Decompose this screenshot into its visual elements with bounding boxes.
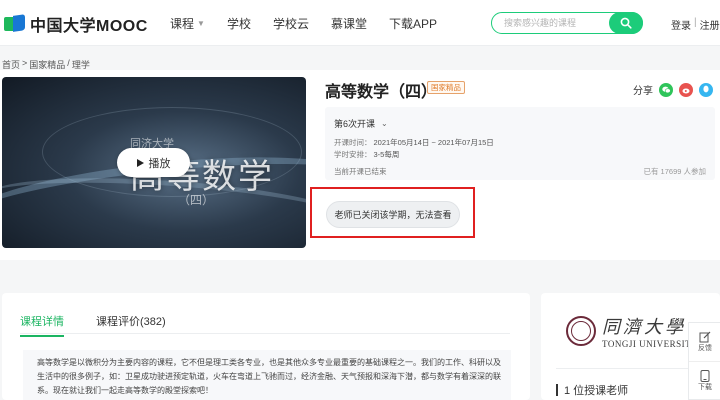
main-nav: 课程 ▼ 学校 学校云 慕课堂 下载APP bbox=[170, 0, 459, 46]
term-time-label: 开课时间： bbox=[334, 138, 372, 147]
section-bar bbox=[556, 384, 558, 396]
download-button[interactable]: 下载 bbox=[689, 361, 720, 399]
course-title: 高等数学（四） bbox=[325, 84, 438, 101]
teacher-count-label: 1 位授课老师 bbox=[564, 385, 629, 397]
school-logo[interactable]: 同濟大學 TONGJI UNIVERSITY bbox=[566, 313, 698, 349]
play-label: 播放 bbox=[148, 157, 171, 170]
nav-item-schools[interactable]: 学校 bbox=[227, 15, 251, 32]
side-toolbar: 反馈 下载 bbox=[688, 322, 720, 400]
site-logo[interactable]: 中国大学MOOC bbox=[4, 12, 148, 36]
nav-item-mooc-class[interactable]: 慕课堂 bbox=[331, 15, 367, 32]
qq-icon[interactable] bbox=[699, 82, 713, 97]
login-link[interactable]: 登录 bbox=[671, 17, 691, 32]
edit-icon bbox=[699, 331, 711, 343]
cover-subtitle: （四） bbox=[178, 193, 215, 207]
phone-icon bbox=[700, 369, 710, 382]
nav-item-school-cloud[interactable]: 学校云 bbox=[273, 15, 309, 32]
wechat-icon[interactable] bbox=[659, 82, 673, 97]
highlight-box: 老师已关闭该学期，无法查看 bbox=[310, 187, 475, 238]
tongji-seal-icon bbox=[566, 316, 596, 346]
term-time-value: 2021年05月14日 ~ 2021年07月15日 bbox=[373, 138, 494, 147]
auth-links: 登录 | 注册 bbox=[671, 17, 720, 32]
weibo-icon[interactable] bbox=[679, 82, 693, 97]
search-input[interactable] bbox=[504, 16, 604, 30]
term-time-row: 开课时间： 2021年05月14日 ~ 2021年07月15日 bbox=[334, 137, 494, 148]
nav-item-download-app[interactable]: 下载APP bbox=[389, 15, 437, 32]
national-quality-badge: 国家精品 bbox=[427, 81, 465, 94]
term-closed-button[interactable]: 老师已关闭该学期，无法查看 bbox=[326, 201, 460, 228]
chevron-down-icon: ⌄ bbox=[381, 119, 388, 128]
auth-separator: | bbox=[694, 17, 697, 28]
term-label: 第6次开课 bbox=[334, 119, 376, 129]
share-label: 分享 bbox=[633, 86, 653, 97]
school-names: 同濟大學 TONGJI UNIVERSITY bbox=[602, 313, 698, 349]
play-icon bbox=[136, 158, 144, 167]
school-divider bbox=[556, 368, 706, 369]
search-box bbox=[491, 12, 643, 34]
feedback-label: 反馈 bbox=[698, 345, 712, 352]
play-button[interactable]: 播放 bbox=[117, 148, 190, 177]
term-status: 当前开课已结束 bbox=[334, 167, 387, 176]
feedback-button[interactable]: 反馈 bbox=[689, 323, 720, 361]
share-bar: 分享 bbox=[633, 82, 713, 97]
nav-label: 慕课堂 bbox=[330, 16, 367, 31]
download-label: 下载 bbox=[698, 383, 712, 391]
caret-down-icon: ▼ bbox=[197, 18, 205, 28]
search-button[interactable] bbox=[609, 12, 643, 34]
nav-label: 下载APP bbox=[388, 16, 437, 31]
logo-mark-icon bbox=[4, 14, 26, 33]
top-header: 中国大学MOOC 课程 ▼ 学校 学校云 慕课堂 下载APP 登录 | 注册 bbox=[0, 0, 720, 46]
term-info-box: 第6次开课 ⌄ 开课时间： 2021年05月14日 ~ 2021年07月15日 学… bbox=[325, 107, 715, 180]
term-hours-label: 学时安排： bbox=[334, 150, 372, 159]
search-icon bbox=[620, 17, 632, 29]
school-name-cn: 同濟大學 bbox=[602, 317, 686, 338]
tab-divider bbox=[20, 333, 510, 334]
term-hours-row: 学时安排： 3-5每周 bbox=[334, 149, 399, 160]
nav-label: 课程 bbox=[170, 16, 195, 31]
course-description: 高等数学是以微积分为主要内容的课程，它不但是理工类各专业，也是其他众多专业最重要… bbox=[23, 350, 511, 400]
enrolled-count: 已有 17699 人参加 bbox=[643, 167, 706, 176]
nav-label: 学校 bbox=[226, 16, 251, 31]
nav-label: 学校云 bbox=[272, 16, 309, 31]
register-link[interactable]: 注册 bbox=[700, 17, 720, 32]
term-selector[interactable]: 第6次开课 ⌄ bbox=[334, 117, 388, 130]
logo-text: 中国大学MOOC bbox=[30, 18, 148, 35]
teacher-count: 1 位授课老师 bbox=[556, 382, 628, 398]
term-hours-value: 3-5每周 bbox=[373, 150, 400, 159]
nav-item-courses[interactable]: 课程 ▼ bbox=[170, 15, 205, 32]
school-name-en: TONGJI UNIVERSITY bbox=[602, 339, 699, 349]
